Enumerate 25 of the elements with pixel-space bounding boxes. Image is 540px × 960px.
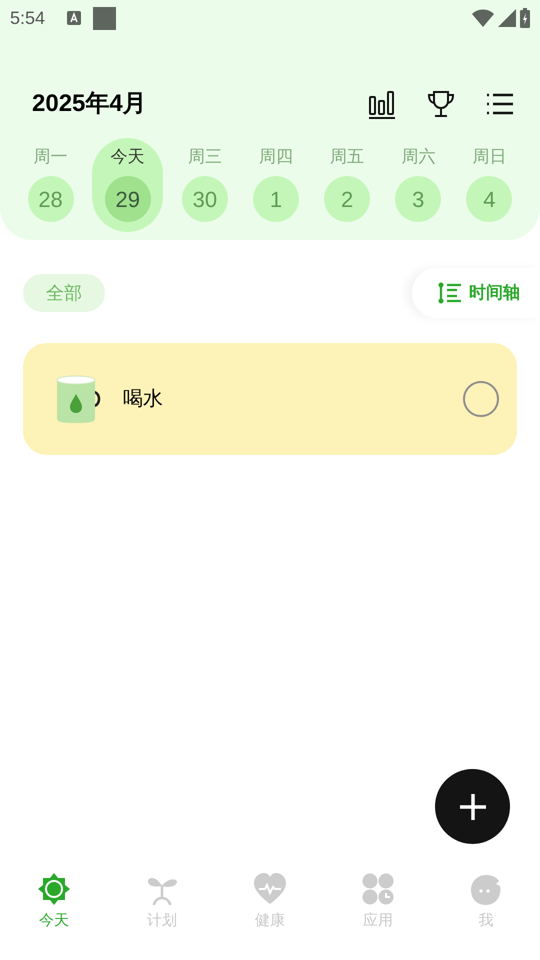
day-selector[interactable]: 周五 2 — [312, 138, 383, 232]
notification-square-icon — [93, 6, 116, 30]
day-selector[interactable]: 周六 3 — [382, 138, 454, 232]
plus-icon — [458, 792, 488, 822]
day-selector[interactable]: 周四 1 — [240, 138, 312, 232]
filter-chip[interactable]: 全部 — [23, 274, 105, 312]
day-selector[interactable]: 周一 28 — [15, 138, 86, 232]
task-checkbox[interactable] — [463, 381, 499, 417]
nav-tab[interactable]: 今天 — [0, 872, 108, 932]
menu-button[interactable] — [486, 92, 514, 116]
statistics-button[interactable] — [368, 89, 396, 119]
task-card[interactable]: 喝水 — [23, 343, 517, 455]
trophy-button[interactable] — [426, 90, 456, 118]
day-selector[interactable]: 周三 30 — [169, 138, 240, 232]
timeline-icon — [437, 282, 463, 304]
keyboard-notification-icon — [67, 11, 82, 25]
task-name: 喝水 — [123, 387, 164, 412]
wifi-icon — [472, 9, 494, 27]
day-selector[interactable]: 周日 4 — [454, 138, 525, 232]
battery-icon — [520, 8, 530, 28]
timeline-toggle[interactable]: 时间轴 — [412, 268, 540, 318]
day-selector[interactable]: 今天 29 — [92, 138, 164, 232]
status-time: 5:54 — [10, 6, 46, 30]
month-title: 2025年4月 — [32, 89, 148, 119]
signal-icon — [498, 9, 516, 27]
